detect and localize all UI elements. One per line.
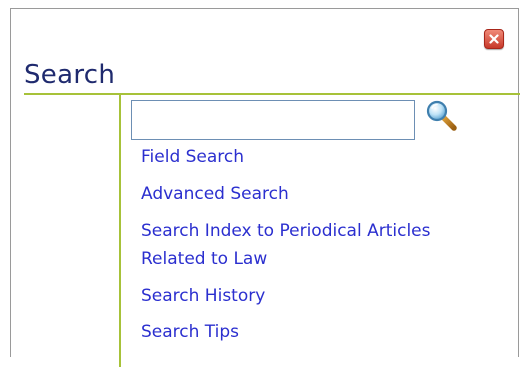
search-button[interactable] bbox=[425, 99, 459, 133]
close-button[interactable] bbox=[484, 29, 504, 49]
search-input[interactable] bbox=[131, 100, 415, 140]
periodical-articles-link-line2[interactable]: Related to Law bbox=[141, 245, 267, 273]
close-icon bbox=[489, 34, 499, 44]
search-tips-link[interactable]: Search Tips bbox=[141, 318, 239, 346]
periodical-articles-link[interactable]: Search Index to Periodical Articles bbox=[141, 217, 431, 245]
search-history-link[interactable]: Search History bbox=[141, 282, 265, 310]
advanced-search-link[interactable]: Advanced Search bbox=[141, 180, 289, 208]
panel-title: Search bbox=[24, 60, 116, 90]
field-search-link[interactable]: Field Search bbox=[141, 143, 244, 171]
magnifier-icon bbox=[426, 100, 457, 131]
vertical-divider bbox=[119, 95, 121, 367]
title-divider bbox=[24, 93, 520, 95]
search-panel: Search Field Search Advanced Search Sear bbox=[10, 8, 520, 367]
